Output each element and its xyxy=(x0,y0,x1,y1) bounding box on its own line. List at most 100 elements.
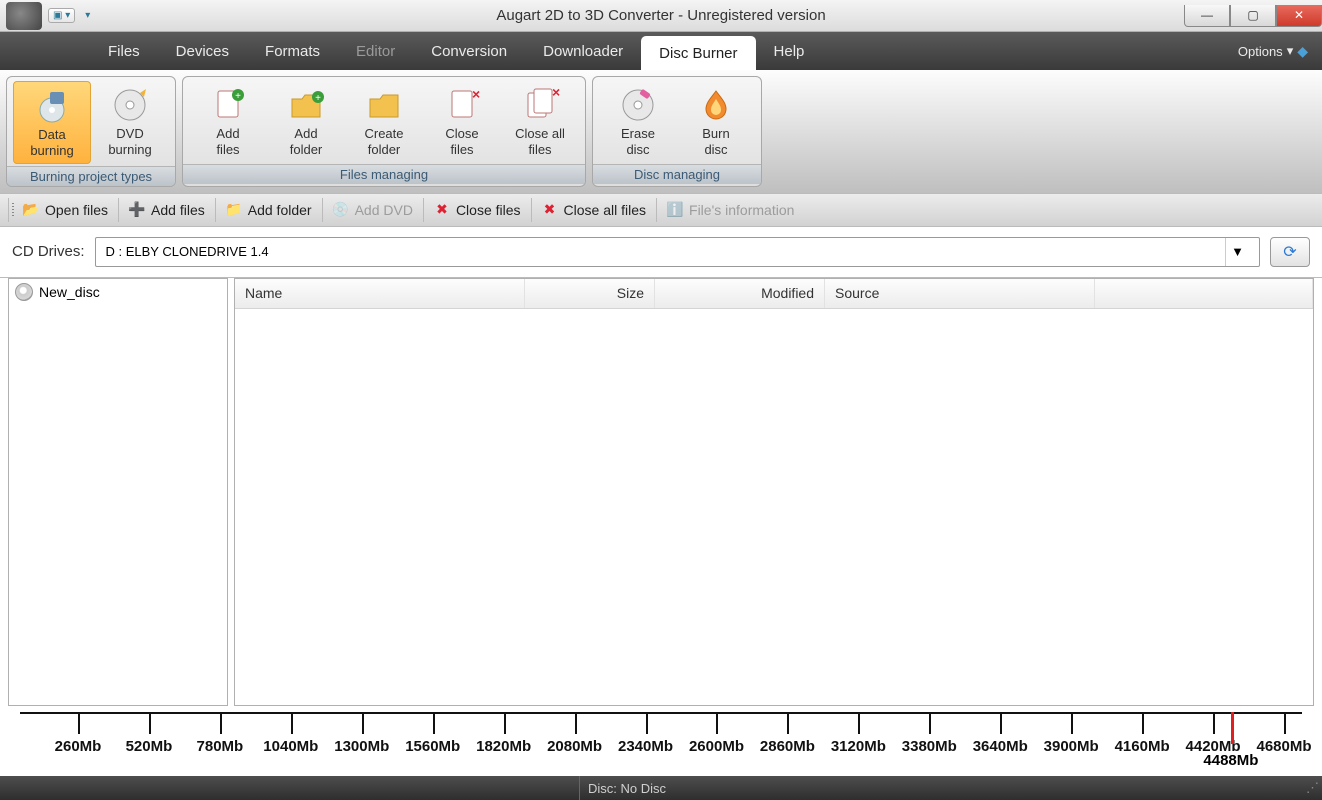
drive-row: CD Drives: D : ELBY CLONEDRIVE 1.4 ▼ ⟳ xyxy=(0,227,1322,278)
file-list-area[interactable] xyxy=(235,309,1313,705)
menu-editor[interactable]: Editor xyxy=(338,32,413,70)
ruler-tick xyxy=(433,712,435,734)
ruler-tick-label: 1820Mb xyxy=(476,738,531,755)
refresh-button[interactable]: ⟳ xyxy=(1270,237,1310,267)
label: Close files xyxy=(456,202,521,218)
ruler-tick xyxy=(504,712,506,734)
used-marker xyxy=(1231,712,1234,744)
add-files-button[interactable]: + Add files xyxy=(189,81,267,162)
add-files-icon: + xyxy=(208,85,248,125)
label: Close all files xyxy=(564,202,646,218)
info-icon: ℹ️ xyxy=(667,202,683,218)
burn-disc-icon xyxy=(696,85,736,125)
help-diamond-icon[interactable]: ◆ xyxy=(1297,43,1308,60)
close-button[interactable]: ✕ xyxy=(1276,5,1322,27)
menu-help[interactable]: Help xyxy=(756,32,823,70)
files-information-toolbtn[interactable]: ℹ️ File's information xyxy=(657,198,804,222)
ruler-tick-label: 3900Mb xyxy=(1044,738,1099,755)
menu-options[interactable]: Options xyxy=(1238,44,1283,59)
col-spacer xyxy=(1095,279,1313,308)
menu-conversion[interactable]: Conversion xyxy=(413,32,525,70)
resize-grip-icon[interactable]: ⋰ xyxy=(1306,780,1322,796)
ruler-tick-label: 3380Mb xyxy=(902,738,957,755)
erase-disc-icon xyxy=(618,85,658,125)
label: disc xyxy=(704,143,727,157)
label: Erase xyxy=(621,127,655,141)
add-files-toolbtn[interactable]: ➕ Add files xyxy=(119,198,216,222)
tree-root-item[interactable]: New_disc xyxy=(15,283,221,301)
chevron-down-icon: ▼ xyxy=(1225,238,1249,266)
ruler-tick-label: 2860Mb xyxy=(760,738,815,755)
menu-formats[interactable]: Formats xyxy=(247,32,338,70)
label: Add files xyxy=(151,202,205,218)
window-title: Augart 2D to 3D Converter - Unregistered… xyxy=(0,7,1322,24)
close-files-button[interactable]: × Close files xyxy=(423,81,501,162)
app-logo-icon xyxy=(6,2,42,30)
ruler-tick-label: 2600Mb xyxy=(689,738,744,755)
col-name[interactable]: Name xyxy=(235,279,525,308)
drive-select[interactable]: D : ELBY CLONEDRIVE 1.4 ▼ xyxy=(95,237,1260,267)
drive-label: CD Drives: xyxy=(12,243,85,260)
chevron-down-icon: ▾ xyxy=(1287,43,1294,59)
maximize-button[interactable]: ▢ xyxy=(1230,5,1276,27)
file-list-panel: Name Size Modified Source xyxy=(234,278,1314,706)
add-folder-toolbtn[interactable]: 📁 Add folder xyxy=(216,198,323,222)
add-folder-button[interactable]: + Add folder xyxy=(267,81,345,162)
create-folder-button[interactable]: Create folder xyxy=(345,81,423,162)
close-all-files-icon: ✖ xyxy=(542,202,558,218)
ruler-tick-label: 3640Mb xyxy=(973,738,1028,755)
dvd-burning-button[interactable]: DVD burning xyxy=(91,81,169,164)
label: Add xyxy=(216,127,239,141)
close-files-icon: × xyxy=(442,85,482,125)
add-folder-icon: + xyxy=(286,85,326,125)
menu-downloader[interactable]: Downloader xyxy=(525,32,641,70)
burn-disc-button[interactable]: Burn disc xyxy=(677,81,755,162)
close-files-toolbtn[interactable]: ✖ Close files xyxy=(424,198,532,222)
svg-text:×: × xyxy=(552,85,560,100)
label: Data xyxy=(38,128,65,142)
ruler-tick-label: 1560Mb xyxy=(405,738,460,755)
menu-files[interactable]: Files xyxy=(90,32,158,70)
ruler-tick xyxy=(362,712,364,734)
label: disc xyxy=(626,143,649,157)
used-marker-label: 4488Mb xyxy=(1203,752,1258,769)
ruler-tick xyxy=(1213,712,1215,734)
col-size[interactable]: Size xyxy=(525,279,655,308)
statusbar: Disc: No Disc ⋰ xyxy=(0,776,1322,800)
label: Add folder xyxy=(248,202,312,218)
add-folder-icon: 📁 xyxy=(226,202,242,218)
close-all-files-toolbtn[interactable]: ✖ Close all files xyxy=(532,198,657,222)
close-all-files-button[interactable]: × Close all files xyxy=(501,81,579,162)
ruler-tick xyxy=(716,712,718,734)
ruler-tick xyxy=(858,712,860,734)
col-source[interactable]: Source xyxy=(825,279,1095,308)
menu-disc-burner[interactable]: Disc Burner xyxy=(641,36,755,70)
ruler-tick xyxy=(1284,712,1286,734)
status-segment-left xyxy=(0,776,580,800)
col-modified[interactable]: Modified xyxy=(655,279,825,308)
add-dvd-toolbtn[interactable]: 💿 Add DVD xyxy=(323,198,424,222)
ruler-tick xyxy=(149,712,151,734)
ribbon-group-label: Burning project types xyxy=(7,166,175,186)
tree-root-label: New_disc xyxy=(39,284,100,300)
ruler-tick xyxy=(1142,712,1144,734)
toolbar: 📂 Open files ➕ Add files 📁 Add folder 💿 … xyxy=(0,193,1322,227)
ruler-tick-label: 520Mb xyxy=(126,738,173,755)
quick-access-dropdown-2[interactable]: ▾ xyxy=(81,9,94,22)
ribbon-group-label: Disc managing xyxy=(593,164,761,184)
label: files xyxy=(216,143,239,157)
ruler-tick-label: 4680Mb xyxy=(1256,738,1311,755)
erase-disc-button[interactable]: Erase disc xyxy=(599,81,677,162)
ribbon-group-label: Files managing xyxy=(183,164,585,184)
column-headers: Name Size Modified Source xyxy=(235,279,1313,309)
label: folder xyxy=(290,143,323,157)
label: folder xyxy=(368,143,401,157)
open-files-toolbtn[interactable]: 📂 Open files xyxy=(8,198,119,222)
data-burning-button[interactable]: Data burning xyxy=(13,81,91,164)
menu-devices[interactable]: Devices xyxy=(158,32,247,70)
ribbon: Data burning DVD burning Burning project… xyxy=(0,70,1322,193)
minimize-button[interactable]: — xyxy=(1184,5,1230,27)
close-files-icon: ✖ xyxy=(434,202,450,218)
quick-access-dropdown[interactable]: ▣ ▾ xyxy=(48,8,75,23)
label: files xyxy=(528,143,551,157)
